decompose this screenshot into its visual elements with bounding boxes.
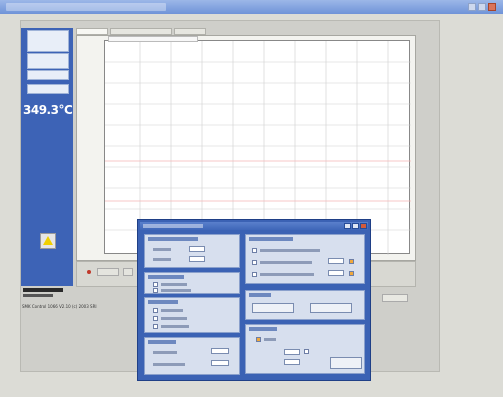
radio[interactable] [153,308,158,313]
toolbar-field-2[interactable] [123,268,133,276]
status-text: SMK Control 1066 V2.10 (c) 2003 SRI [22,304,97,309]
maximize-icon[interactable] [478,3,486,11]
field-4[interactable] [211,360,229,366]
window-title-bar [0,0,503,14]
group-middle-left-1 [144,272,240,294]
checkbox[interactable] [153,288,158,293]
ok-button[interactable] [330,357,362,369]
logo [21,286,73,300]
group-heading [249,237,293,241]
y-tick [80,168,100,173]
checkbox[interactable] [153,282,158,287]
spin-icon[interactable] [349,271,354,276]
warning-button[interactable] [40,233,56,249]
y-tick [80,105,100,110]
dialog-title [143,224,203,228]
y-tick [80,210,100,215]
field-6[interactable] [328,270,344,276]
y-tick [80,231,100,236]
tab-strip [76,28,416,35]
side-button[interactable] [382,294,408,302]
checkbox[interactable] [252,272,257,277]
spin-icon[interactable] [349,259,354,264]
tab-1[interactable] [76,28,108,35]
group-top-right [245,234,365,284]
field-2[interactable] [189,256,205,262]
radio[interactable] [153,316,158,321]
field-3[interactable] [211,348,229,354]
field-1[interactable] [189,246,205,252]
group-middle-left-2 [144,297,240,333]
group-heading [148,300,178,304]
group-bottom-left [144,337,240,375]
checkbox[interactable] [252,248,257,253]
group-middle-right [245,290,365,320]
dialog-maximize-icon[interactable] [352,223,359,229]
record-icon[interactable] [87,270,91,274]
group-top-left [144,234,240,268]
field-5[interactable] [328,258,344,264]
y-tick [80,63,100,68]
close-icon[interactable] [488,3,496,11]
y-tick [80,42,100,47]
y-tick [80,189,100,194]
field-8[interactable] [284,359,300,365]
y-tick [80,126,100,131]
checkbox[interactable] [252,260,257,265]
toolbar-field-1[interactable] [97,268,119,276]
warning-icon [43,236,53,245]
group-heading [148,275,184,279]
option-button-2[interactable] [310,303,352,313]
dialog-title-bar [140,222,368,230]
option-button-1[interactable] [252,303,294,313]
sidebar-panel-3[interactable] [27,70,69,80]
y-tick [80,147,100,152]
field-7[interactable] [284,349,300,355]
sidebar-panel-4[interactable] [27,84,69,94]
group-bottom-right [245,324,365,374]
window-title [6,3,166,11]
temperature-readout: 349.3°C [23,103,73,117]
y-tick [80,248,100,253]
group-heading [148,340,176,344]
dialog-close-icon[interactable] [360,223,367,229]
sidebar-panel-1[interactable] [27,30,69,52]
sidebar-panel-2[interactable] [27,53,69,69]
checkbox[interactable] [256,337,261,342]
minimize-icon[interactable] [468,3,476,11]
tab-2[interactable] [110,28,172,35]
tab-3[interactable] [174,28,206,35]
group-heading [249,327,277,331]
dialog-help-icon[interactable] [344,223,351,229]
plot-legend [108,36,198,42]
y-tick [80,84,100,89]
group-heading [249,293,271,297]
group-heading [148,237,198,241]
spin-icon[interactable] [304,349,309,354]
radio[interactable] [153,324,158,329]
sidebar: 349.3°C [21,28,73,286]
